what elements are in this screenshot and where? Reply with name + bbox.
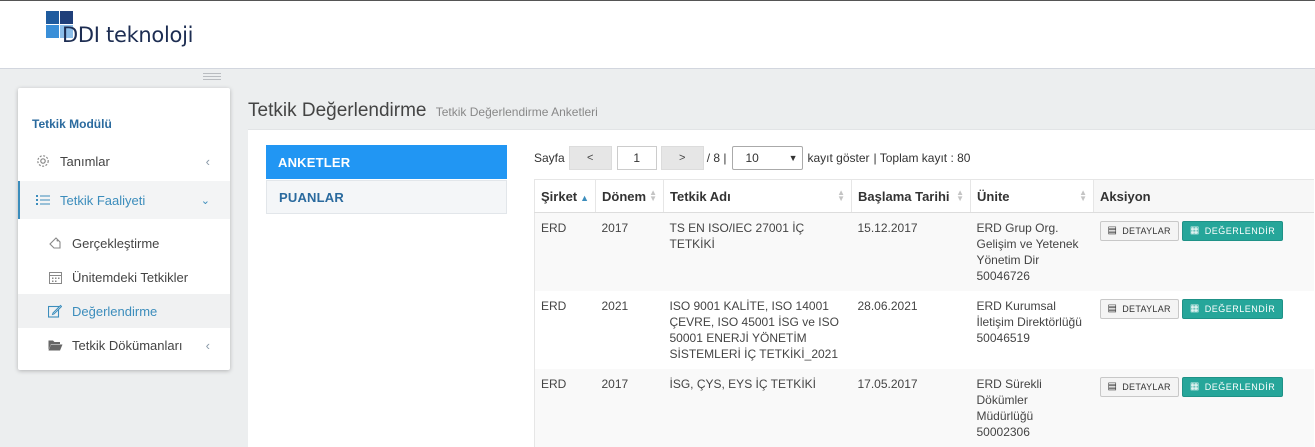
- column-header-tetkik-adi[interactable]: Tetkik Adı ▲ ▼: [663, 179, 852, 213]
- column-header-donem[interactable]: Dönem ▲ ▼: [595, 179, 664, 213]
- cell-baslama-tarihi: 15.12.2017: [857, 221, 918, 235]
- table-row: ERD 2017 TS EN ISO/IEC 27001 İÇ TETKİKİ …: [534, 212, 1314, 291]
- sidebar-title: Tetkik Modülü: [32, 117, 112, 131]
- sidebar-item-gerceklestirme[interactable]: Gerçekleştirme: [18, 226, 230, 260]
- gear-icon: [35, 153, 51, 169]
- page-size-select[interactable]: 10 ▼: [732, 146, 804, 170]
- cell-aksiyon: ▤ DETAYLAR ▦ DEĞERLENDİR: [1094, 213, 1314, 291]
- evaluate-button[interactable]: ▦ DEĞERLENDİR: [1181, 298, 1284, 319]
- sidebar-item-tetkik-faaliyeti[interactable]: Tetkik Faaliyeti ⌄: [18, 181, 230, 219]
- sidebar-item-label: Tetkik Dökümanları: [72, 337, 183, 353]
- edit-icon: [47, 303, 63, 319]
- sort-icon: ▲ ▼: [837, 188, 845, 203]
- details-button[interactable]: ▤ DETAYLAR: [1099, 298, 1179, 319]
- sidebar-item-label: Gerçekleştirme: [72, 235, 160, 251]
- calendar-icon: ▦: [1189, 380, 1200, 392]
- sidebar-item-degerlendirme[interactable]: Değerlendirme: [18, 294, 230, 328]
- tag-icon: [47, 235, 63, 251]
- cell-aksiyon: ▤ DETAYLAR ▦ DEĞERLENDİR: [1094, 291, 1314, 369]
- page-subtitle: Tetkik Değerlendirme Anketleri: [435, 105, 598, 119]
- chevron-left-icon: ‹: [205, 153, 210, 169]
- cell-sirket: ERD: [534, 290, 596, 369]
- sidebar-item-label: Değerlendirme: [72, 303, 158, 319]
- column-header-baslama-tarihi[interactable]: Başlama Tarihi ▲ ▼: [851, 179, 971, 213]
- sort-asc-icon: ▲: [580, 192, 590, 203]
- details-button[interactable]: ▤ DETAYLAR: [1099, 221, 1179, 241]
- pager-total: / 8 |: [706, 151, 727, 165]
- list-alt-icon: ▤: [1107, 380, 1118, 392]
- sort-icon: ▲ ▼: [1079, 188, 1087, 203]
- sort-icon: ▲ ▼: [956, 188, 964, 203]
- show-records-label: kayıt göster: [807, 151, 870, 165]
- sidebar-item-label: Tanımlar: [60, 153, 110, 169]
- sidebar: Tetkik Modülü Tanımlar ‹ Tetkik Faaliyet…: [18, 88, 230, 370]
- column-header-unite[interactable]: Ünite ▲ ▼: [970, 179, 1094, 213]
- chevron-down-icon: ⌄: [200, 194, 210, 207]
- calendar-icon: ▦: [1189, 225, 1200, 236]
- cell-baslama-tarihi: 17.05.2017: [857, 376, 918, 391]
- sidebar-item-label: Tetkik Faaliyeti: [60, 192, 146, 208]
- sidebar-item-tanimlar[interactable]: Tanımlar ‹: [18, 144, 230, 178]
- cell-donem: 2021: [601, 298, 629, 313]
- sidebar-item-tetkik-dokumanlari[interactable]: Tetkik Dökümanları ‹: [18, 328, 230, 362]
- calendar-icon: ▦: [1189, 302, 1200, 314]
- sidebar-toggle-icon[interactable]: [203, 73, 221, 81]
- prev-page-button[interactable]: <: [568, 146, 612, 170]
- column-header-sirket[interactable]: Şirket ▲: [534, 179, 596, 213]
- top-header: DDI teknoloji: [0, 0, 1315, 69]
- surveys-table: Şirket ▲ Dönem ▲ ▼ Tetkik Adı ▲ ▼ Başlama Tar…: [534, 179, 1314, 447]
- total-records-label: | Toplam kayıt : 80: [873, 151, 971, 165]
- cell-donem: 2017: [601, 376, 629, 391]
- cell-donem: 2017: [601, 221, 629, 235]
- page-number-input[interactable]: 1: [616, 146, 657, 170]
- cell-unite: ERD Sürekli Dökümler Müdürlüğü 50002306: [976, 376, 1042, 439]
- folder-icon: [47, 337, 63, 353]
- evaluate-button[interactable]: ▦ DEĞERLENDİR: [1181, 376, 1284, 397]
- list-alt-icon: ▤: [1107, 225, 1118, 236]
- cell-unite: ERD Grup Org. Gelişim ve Yetenek Yönetim…: [976, 221, 1079, 283]
- pagination-bar: Sayfa < 1 > / 8 | 10 ▼ kayıt göster | To…: [534, 145, 970, 171]
- page-size-value: 10: [745, 151, 759, 165]
- cell-tetkik-adi: TS EN ISO/IEC 27001 İÇ TETKİKİ: [669, 221, 805, 251]
- pager-label: Sayfa: [534, 151, 565, 165]
- page-title: Tetkik Değerlendirme Tetkik Değerlendirm…: [248, 100, 598, 122]
- chevron-left-icon: ‹: [205, 337, 210, 353]
- cell-tetkik-adi: ISO 9001 KALİTE, ISO 14001 ÇEVRE, ISO 45…: [669, 298, 839, 361]
- list-alt-icon: ▤: [1107, 302, 1118, 314]
- cell-aksiyon: ▤ DETAYLAR ▦ DEĞERLENDİR: [1094, 369, 1314, 447]
- tab-anketler[interactable]: ANKETLER: [266, 145, 507, 179]
- chevron-down-icon: ▼: [788, 153, 798, 163]
- sort-icon: ▲ ▼: [649, 188, 657, 203]
- cell-sirket: ERD: [534, 212, 596, 291]
- column-header-aksiyon: Aksiyon: [1093, 179, 1314, 213]
- calendar-icon: [47, 269, 63, 285]
- next-page-button[interactable]: >: [660, 146, 704, 170]
- cell-tetkik-adi: İSG, ÇYS, EYS İÇ TETKİKİ: [669, 376, 816, 391]
- details-button[interactable]: ▤ DETAYLAR: [1099, 376, 1179, 397]
- list-icon: [35, 192, 51, 208]
- brand-name: DDI teknoloji: [62, 23, 194, 47]
- sidebar-item-label: Ünitemdeki Tetkikler: [72, 269, 189, 285]
- table-row: ERD 2017 İSG, ÇYS, EYS İÇ TETKİKİ 17.05.…: [534, 368, 1314, 447]
- evaluate-button[interactable]: ▦ DEĞERLENDİR: [1181, 221, 1284, 241]
- cell-sirket: ERD: [534, 368, 596, 447]
- sidebar-item-unitemdeki-tetkikler[interactable]: Ünitemdeki Tetkikler: [18, 260, 230, 294]
- table-header-row: Şirket ▲ Dönem ▲ ▼ Tetkik Adı ▲ ▼ Başlama Tar…: [534, 179, 1314, 213]
- page-title-text: Tetkik Değerlendirme: [248, 100, 427, 121]
- cell-baslama-tarihi: 28.06.2021: [857, 298, 918, 313]
- table-row: ERD 2021 ISO 9001 KALİTE, ISO 14001 ÇEVR…: [534, 290, 1314, 369]
- cell-unite: ERD Kurumsal İletişim Direktörlüğü 50046…: [976, 298, 1082, 345]
- tab-puanlar[interactable]: PUANLAR: [266, 180, 507, 214]
